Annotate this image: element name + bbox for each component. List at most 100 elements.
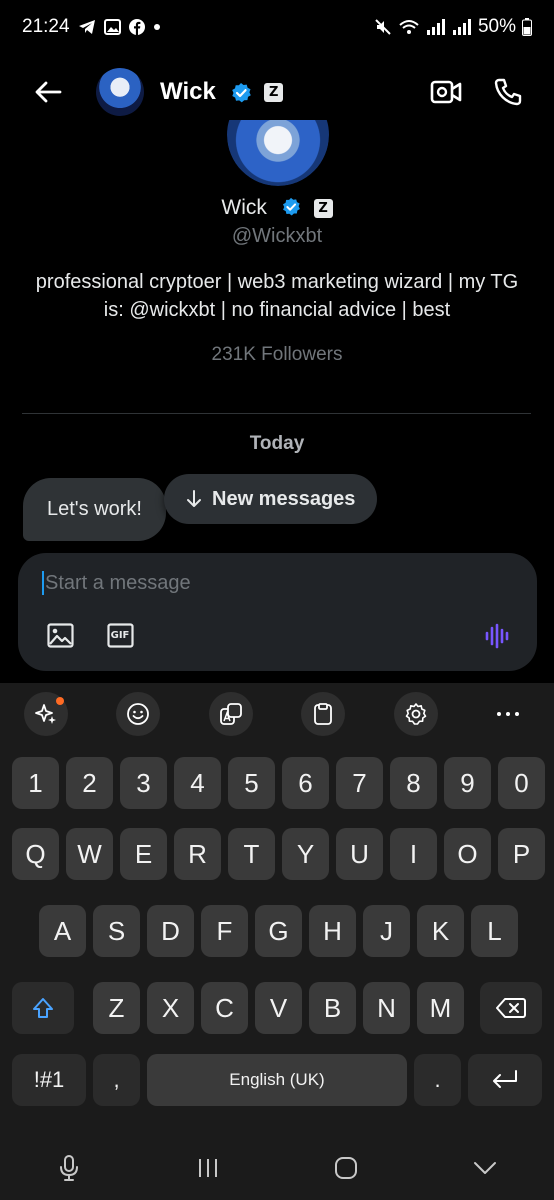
key-h[interactable]: H bbox=[309, 905, 356, 957]
key-8[interactable]: 8 bbox=[390, 757, 437, 809]
video-call-button[interactable] bbox=[428, 74, 464, 110]
text-caret bbox=[42, 571, 44, 595]
home-icon bbox=[335, 1156, 358, 1179]
profile-name: Wick Z bbox=[0, 196, 554, 220]
key-f[interactable]: F bbox=[201, 905, 248, 957]
contact-name[interactable]: Wick Z bbox=[160, 78, 284, 106]
gear-icon bbox=[405, 703, 426, 725]
status-bar: 21:24 50% bbox=[0, 0, 554, 54]
phone-icon bbox=[494, 78, 522, 106]
key-q[interactable]: Q bbox=[12, 828, 59, 880]
return-icon bbox=[493, 1070, 517, 1088]
key-e[interactable]: E bbox=[120, 828, 167, 880]
dot-icon bbox=[153, 23, 161, 31]
key-p[interactable]: P bbox=[498, 828, 545, 880]
key-0[interactable]: 0 bbox=[498, 757, 545, 809]
more-icon bbox=[496, 712, 519, 716]
key-5[interactable]: 5 bbox=[228, 757, 275, 809]
key-z[interactable]: Z bbox=[93, 982, 140, 1034]
avatar[interactable] bbox=[96, 68, 144, 116]
key-c[interactable]: C bbox=[201, 982, 248, 1034]
status-time: 21:24 bbox=[22, 16, 70, 37]
mute-icon bbox=[374, 18, 392, 36]
clipboard-icon bbox=[314, 703, 333, 725]
new-messages-label: New messages bbox=[212, 487, 356, 510]
translate-button[interactable] bbox=[208, 692, 253, 736]
profile-avatar[interactable] bbox=[227, 120, 329, 186]
key-d[interactable]: D bbox=[147, 905, 194, 957]
key-t[interactable]: T bbox=[228, 828, 275, 880]
keyboard-settings-button[interactable] bbox=[393, 692, 438, 736]
video-camera-icon bbox=[430, 80, 462, 104]
key-6[interactable]: 6 bbox=[282, 757, 329, 809]
key-k[interactable]: K bbox=[417, 905, 464, 957]
verified-badge-icon bbox=[230, 82, 252, 104]
gallery-icon bbox=[103, 19, 121, 35]
key-x[interactable]: X bbox=[147, 982, 194, 1034]
comma-key[interactable]: , bbox=[93, 1054, 140, 1106]
back-button[interactable] bbox=[28, 72, 68, 112]
key-l[interactable]: L bbox=[471, 905, 518, 957]
shift-key[interactable] bbox=[12, 982, 74, 1034]
key-s[interactable]: S bbox=[93, 905, 140, 957]
key-r[interactable]: R bbox=[174, 828, 221, 880]
home-button[interactable] bbox=[316, 1143, 376, 1193]
backspace-key[interactable] bbox=[480, 982, 542, 1034]
arrow-left-icon bbox=[35, 81, 62, 103]
recent-apps-button[interactable] bbox=[178, 1143, 238, 1193]
key-3[interactable]: 3 bbox=[120, 757, 167, 809]
new-messages-button[interactable]: New messages bbox=[164, 474, 378, 524]
key-i[interactable]: I bbox=[390, 828, 437, 880]
hide-keyboard-button[interactable] bbox=[455, 1143, 515, 1193]
voice-message-button[interactable] bbox=[483, 621, 513, 651]
key-a[interactable]: A bbox=[39, 905, 86, 957]
key-m[interactable]: M bbox=[417, 982, 464, 1034]
galaxy-ai-button[interactable] bbox=[24, 692, 68, 736]
message-input[interactable]: Start a message bbox=[42, 571, 191, 595]
message-input-placeholder: Start a message bbox=[45, 571, 191, 594]
system-navigation-bar bbox=[0, 1135, 554, 1200]
affiliate-badge: Z bbox=[313, 198, 333, 218]
facebook-icon bbox=[128, 19, 145, 35]
profile-handle: @Wickxbt bbox=[231, 225, 323, 247]
voice-call-button[interactable] bbox=[490, 74, 526, 110]
key-n[interactable]: N bbox=[363, 982, 410, 1034]
voice-input-button[interactable] bbox=[39, 1143, 99, 1193]
key-1[interactable]: 1 bbox=[12, 757, 59, 809]
key-w[interactable]: W bbox=[66, 828, 113, 880]
symbols-key[interactable]: !#1 bbox=[12, 1054, 86, 1106]
profile-name-text: Wick bbox=[221, 196, 267, 219]
emoji-button[interactable] bbox=[116, 692, 161, 736]
wifi-icon bbox=[398, 18, 420, 36]
key-v[interactable]: V bbox=[255, 982, 302, 1034]
period-key[interactable]: . bbox=[414, 1054, 461, 1106]
clipboard-button[interactable] bbox=[301, 692, 346, 736]
shift-arrow-icon bbox=[33, 998, 53, 1018]
keyboard-toolbar bbox=[0, 683, 554, 745]
key-o[interactable]: O bbox=[444, 828, 491, 880]
add-photo-button[interactable] bbox=[46, 621, 74, 649]
key-7[interactable]: 7 bbox=[336, 757, 383, 809]
key-u[interactable]: U bbox=[336, 828, 383, 880]
key-9[interactable]: 9 bbox=[444, 757, 491, 809]
notification-dot bbox=[56, 697, 64, 705]
more-options-button[interactable] bbox=[486, 692, 530, 736]
microphone-icon bbox=[60, 1154, 79, 1181]
battery-percent: 50% bbox=[477, 16, 516, 37]
key-j[interactable]: J bbox=[363, 905, 410, 957]
enter-key[interactable] bbox=[468, 1054, 542, 1106]
affiliate-badge: Z bbox=[264, 83, 284, 103]
message-bubble[interactable]: Let's work! bbox=[23, 478, 166, 541]
key-y[interactable]: Y bbox=[282, 828, 329, 880]
followers-count[interactable]: 231K Followers bbox=[0, 344, 554, 366]
key-b[interactable]: B bbox=[309, 982, 356, 1034]
profile-bio: professional cryptoer | web3 marketing w… bbox=[35, 271, 519, 321]
space-key[interactable]: English (UK) bbox=[147, 1054, 407, 1106]
contact-name-text: Wick bbox=[160, 78, 216, 105]
add-gif-button[interactable]: GIF bbox=[106, 621, 134, 649]
divider bbox=[22, 413, 531, 414]
key-4[interactable]: 4 bbox=[174, 757, 221, 809]
key-2[interactable]: 2 bbox=[66, 757, 113, 809]
key-g[interactable]: G bbox=[255, 905, 302, 957]
verified-badge-icon bbox=[281, 197, 303, 219]
